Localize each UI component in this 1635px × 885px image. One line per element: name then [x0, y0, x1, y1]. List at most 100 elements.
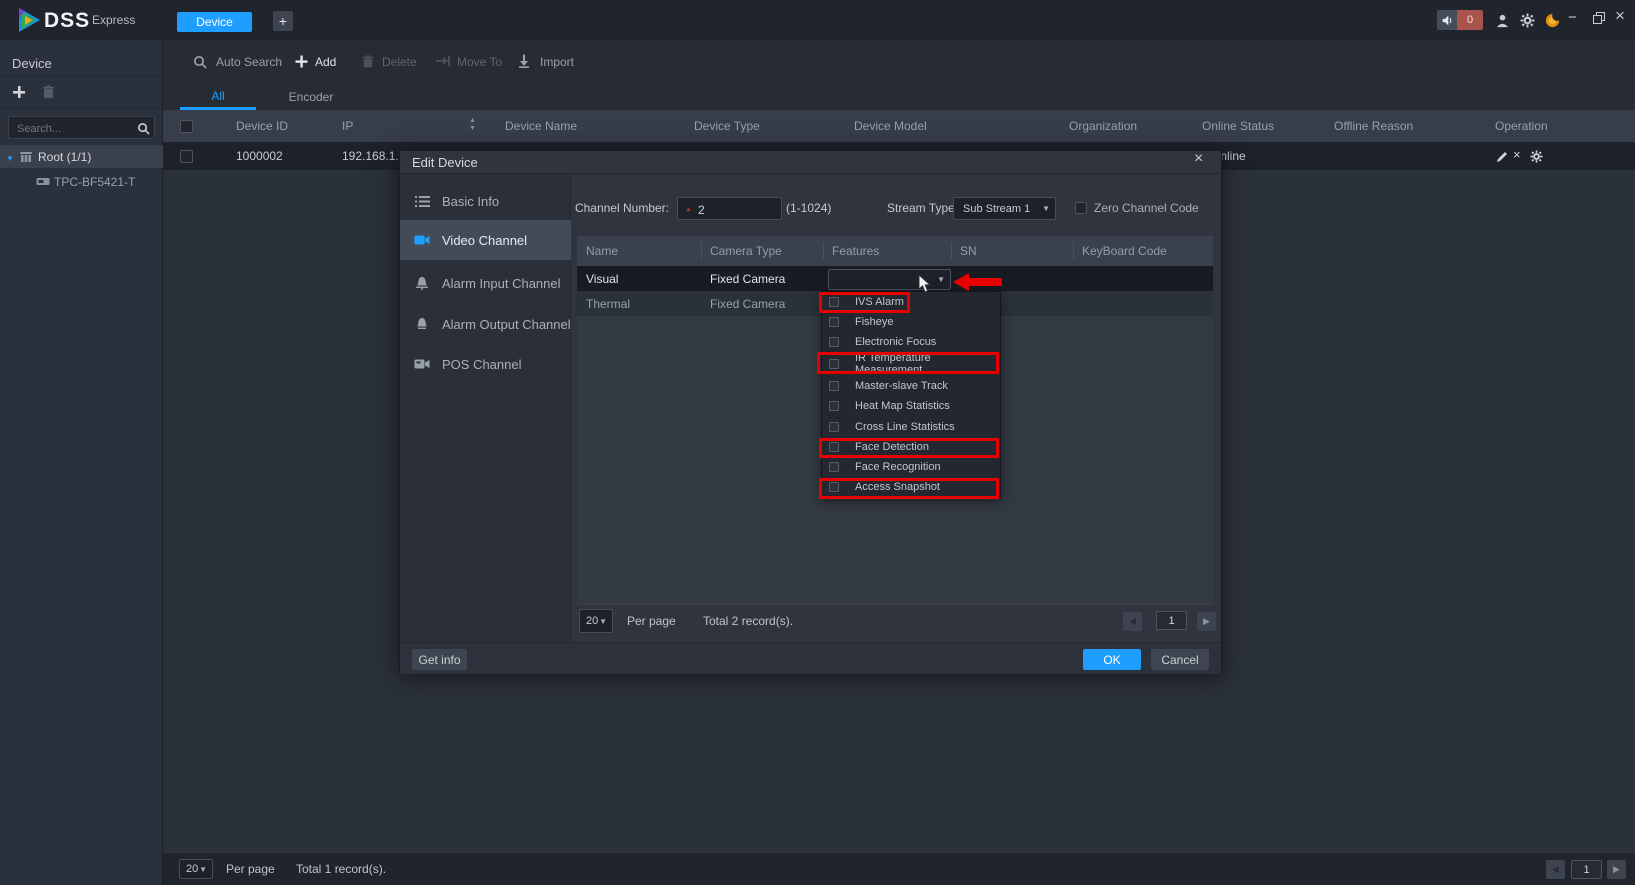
auto-search-button[interactable]: Auto Search — [216, 56, 282, 68]
features-option-ir-temperature-measurement[interactable]: IR Temperature Measurement — [822, 352, 1000, 376]
delete-device-button[interactable]: Delete — [382, 56, 417, 68]
restore-button[interactable] — [1593, 12, 1607, 26]
tree-expand-icon[interactable]: ▼ — [6, 153, 14, 165]
checkbox[interactable] — [829, 441, 839, 452]
tab-all-label: All — [211, 88, 225, 103]
dialog-prev-page-button[interactable]: ◀ — [1123, 612, 1142, 631]
page-size-select[interactable]: 20 ▼ — [179, 859, 213, 879]
features-option-cross-line-statistics[interactable]: Cross Line Statistics — [822, 417, 1000, 437]
add-device-icon[interactable] — [295, 55, 308, 68]
move-to-button[interactable]: Move To — [457, 56, 502, 68]
dss-logo-icon — [16, 7, 42, 33]
zero-channel-checkbox[interactable] — [1075, 202, 1087, 214]
dialog-current-page-box[interactable]: 1 — [1156, 611, 1187, 630]
import-icon[interactable] — [518, 54, 530, 68]
col-ip: IP — [342, 119, 354, 133]
annotation-arrow-icon — [952, 272, 1004, 292]
tab-encoder[interactable]: Encoder — [273, 84, 349, 110]
user-icon[interactable] — [1492, 10, 1512, 30]
plus-icon: + — [278, 13, 288, 29]
total-records-label: Total 1 record(s). — [296, 862, 387, 876]
features-option-ivs-alarm[interactable]: IVS Alarm — [822, 292, 1000, 312]
checkbox[interactable] — [829, 401, 839, 412]
features-option-electronic-focus[interactable]: Electronic Focus — [822, 332, 1000, 352]
auto-search-icon[interactable] — [193, 55, 207, 69]
logo-express-text: Express — [92, 13, 136, 27]
features-option-access-snapshot[interactable]: Access Snapshot — [822, 477, 1000, 497]
features-option-fisheye[interactable]: Fisheye — [822, 312, 1000, 332]
minimize-button[interactable]: − — [1568, 10, 1577, 25]
add-org-icon[interactable] — [11, 84, 27, 100]
col-organization: Organization — [1069, 119, 1138, 133]
brand-swirl-icon[interactable] — [1542, 10, 1562, 30]
ct-col-camera-type: Camera Type — [710, 244, 782, 258]
delete-device-row-icon[interactable]: × — [1513, 148, 1521, 161]
add-device-button[interactable]: Add — [315, 56, 336, 68]
tree-device-row[interactable]: TPC-BF5421-T — [0, 170, 163, 193]
features-option-master-slave-track[interactable]: Master-slave Track — [822, 376, 1000, 396]
new-tab-button[interactable]: + — [273, 11, 293, 31]
checkbox[interactable] — [829, 297, 839, 308]
current-page-box[interactable]: 1 — [1571, 860, 1602, 879]
menu-video-channel[interactable]: Video Channel — [400, 220, 571, 260]
checkbox[interactable] — [829, 337, 839, 348]
settings-gear-icon[interactable] — [1517, 10, 1537, 30]
get-info-button[interactable]: Get info — [412, 649, 467, 670]
tab-all[interactable]: All — [180, 84, 256, 110]
next-page-button[interactable]: ▶ — [1607, 860, 1626, 879]
alert-count-badge[interactable]: 0 — [1457, 10, 1483, 30]
features-select[interactable]: ▼ — [828, 269, 951, 290]
dialog-page-size-value: 20 — [586, 615, 599, 627]
import-button[interactable]: Import — [540, 56, 574, 68]
close-app-button[interactable]: × — [1615, 7, 1625, 24]
alarm-sound-button[interactable] — [1437, 10, 1457, 30]
device-tab[interactable]: Device — [177, 12, 252, 32]
move-to-icon[interactable] — [436, 55, 450, 67]
dss-express-app: { "topbar": { "logo_dss": "DSS", "logo_e… — [0, 0, 1635, 885]
config-gear-icon[interactable] — [1529, 149, 1543, 163]
ok-button[interactable]: OK — [1083, 649, 1141, 670]
channel-table-header: Name Camera Type Features SN KeyBoard Co… — [577, 236, 1213, 266]
dialog-next-page-button[interactable]: ▶ — [1197, 612, 1216, 631]
checkbox[interactable] — [829, 481, 839, 492]
delete-org-icon[interactable] — [40, 84, 56, 100]
tree-root-row[interactable]: ▼ Root (1/1) — [0, 145, 163, 168]
cancel-button[interactable]: Cancel — [1151, 649, 1209, 670]
prev-page-button[interactable]: ◀ — [1546, 860, 1565, 879]
checkbox[interactable] — [829, 421, 839, 432]
search-icon[interactable] — [136, 121, 150, 135]
bottom-pagination-bar: 20 ▼ Per page Total 1 record(s). ◀ 1 ▶ — [163, 852, 1635, 885]
table-header: Device ID IP ▲ ▼ Device Name Device Type… — [163, 110, 1635, 142]
speaker-icon — [1441, 14, 1454, 27]
edit-device-icon[interactable] — [1495, 150, 1508, 163]
checkbox[interactable] — [829, 381, 839, 392]
row-checkbox[interactable] — [180, 150, 193, 163]
dialog-title: Edit Device — [412, 155, 478, 170]
required-marker: * — [686, 205, 691, 219]
dialog-close-icon[interactable]: × — [1194, 151, 1203, 167]
menu-alarm-output-channel[interactable]: Alarm Output Channel — [400, 304, 571, 344]
features-option-face-recognition[interactable]: Face Recognition — [822, 457, 1000, 477]
checkbox[interactable] — [829, 317, 839, 328]
features-option-heat-map-statistics[interactable]: Heat Map Statistics — [822, 396, 1000, 416]
menu-basic-info[interactable]: Basic Info — [400, 181, 571, 221]
cell-camera-type: Fixed Camera — [710, 272, 786, 286]
mouse-cursor — [918, 274, 932, 294]
checkbox[interactable] — [829, 461, 839, 472]
menu-pos-channel[interactable]: POS Channel — [400, 344, 571, 384]
tree-root-label: Root (1/1) — [38, 150, 92, 164]
sidebar-title: Device — [12, 56, 52, 71]
stream-type-select[interactable]: Sub Stream 1 ▼ — [953, 197, 1056, 220]
features-dropdown-panel: IVS Alarm Fisheye Electronic Focus IR Te… — [821, 291, 1001, 498]
menu-alarm-input-channel[interactable]: Alarm Input Channel — [400, 263, 571, 303]
delete-device-toolbar-icon[interactable] — [361, 54, 374, 68]
col-operation: Operation — [1495, 119, 1548, 133]
logo-dss-text: DSS — [44, 9, 91, 32]
features-option-face-detection[interactable]: Face Detection — [822, 437, 1000, 457]
search-input[interactable] — [15, 118, 129, 139]
checkbox[interactable] — [829, 359, 839, 370]
select-all-checkbox[interactable] — [180, 120, 193, 133]
dialog-page-size-select[interactable]: 20 ▼ — [579, 609, 613, 633]
channel-number-input[interactable] — [696, 199, 780, 220]
sort-icon[interactable]: ▲ ▼ — [469, 117, 476, 133]
